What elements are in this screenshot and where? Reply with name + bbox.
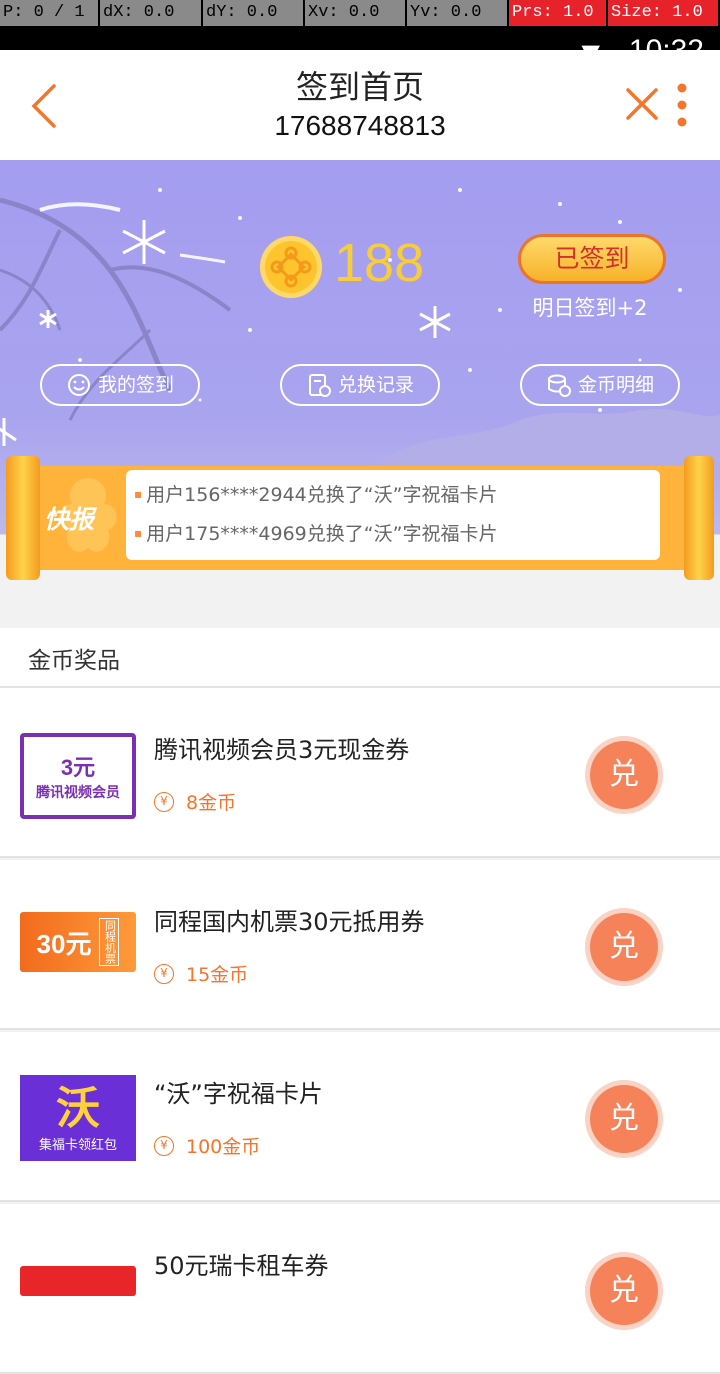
- more-options-button[interactable]: [672, 80, 692, 130]
- more-vertical-icon: [677, 83, 687, 127]
- debug-yv: Yv: 0.0: [407, 0, 509, 26]
- coin-balance: 188: [334, 233, 425, 293]
- prize-name: 50元瑞卡租车券: [154, 1252, 329, 1280]
- news-item: 用户175****4969兑换了“沃”字祝福卡片: [134, 519, 497, 546]
- prize-cost-label: 100金币: [186, 1136, 261, 1158]
- smile-icon: [67, 374, 90, 396]
- prize-cost: ¥ 100金币: [154, 1132, 260, 1159]
- prize-name: 腾讯视频会员3元现金券: [154, 736, 410, 764]
- debug-pointer: P: 0 / 1: [0, 0, 100, 26]
- thumb-main-text: 沃: [56, 1082, 100, 1134]
- page-header: 签到首页 17688748813: [0, 50, 720, 160]
- close-button[interactable]: [620, 82, 664, 126]
- yen-icon: ¥: [154, 1135, 174, 1156]
- prize-name: “沃”字祝福卡片: [154, 1080, 323, 1108]
- news-ticker: 快报 用户156****2944兑换了“沃”字祝福卡片 用户175****496…: [0, 456, 720, 592]
- redeem-button[interactable]: 兑: [590, 913, 658, 981]
- debug-pressure: Prs: 1.0: [509, 0, 608, 26]
- debug-size: Size: 1.0: [608, 0, 720, 26]
- yen-icon: ¥: [154, 791, 174, 812]
- redeem-button[interactable]: 兑: [590, 1257, 658, 1325]
- debug-xv: Xv: 0.0: [305, 0, 407, 26]
- coin-stack-icon: [547, 374, 571, 397]
- prize-cost: ¥ 15金币: [154, 960, 248, 987]
- coin-icon: [260, 236, 322, 298]
- prize-item[interactable]: 50元瑞卡租车券 兑: [0, 1204, 720, 1374]
- coin-detail-label: 金币明细: [577, 374, 654, 396]
- close-icon: [626, 88, 658, 120]
- thumb-sub-text: 同程机票: [99, 918, 120, 966]
- prize-cost-label: 15金币: [186, 964, 249, 986]
- prize-thumbnail: 沃 集福卡领红包: [20, 1075, 136, 1161]
- thumb-main-text: 30元: [36, 928, 92, 959]
- my-signin-label: 我的签到: [97, 374, 174, 396]
- prize-cost: ¥ 8金币: [154, 788, 236, 815]
- exchange-record-button[interactable]: 兑换记录: [280, 364, 440, 406]
- receipt-icon: [308, 374, 331, 397]
- prize-section-header: 金币奖品: [0, 628, 720, 688]
- scroll-roll-right: [684, 456, 714, 580]
- phone-number: 17688748813: [274, 110, 446, 141]
- coin-detail-button[interactable]: 金币明细: [520, 364, 680, 406]
- signed-in-button[interactable]: 已签到: [518, 234, 666, 284]
- news-label: 快报: [44, 505, 95, 534]
- redeem-button[interactable]: 兑: [590, 741, 658, 809]
- thumb-sub-text: 腾讯视频会员: [36, 785, 120, 801]
- tomorrow-reward: 明日签到+2: [532, 296, 648, 320]
- prize-name: 同程国内机票30元抵用券: [154, 908, 425, 936]
- news-item: 用户156****2944兑换了“沃”字祝福卡片: [134, 480, 497, 507]
- prize-thumbnail: 30元 同程机票: [20, 912, 136, 972]
- redeem-button[interactable]: 兑: [590, 1085, 658, 1153]
- scroll-roll-left: [6, 456, 40, 580]
- debug-overlay: P: 0 / 1 dX: 0.0 dY: 0.0 Xv: 0.0 Yv: 0.0…: [0, 0, 720, 26]
- exchange-record-label: 兑换记录: [337, 374, 414, 396]
- prize-item[interactable]: 沃 集福卡领红包 “沃”字祝福卡片 ¥ 100金币 兑: [0, 1032, 720, 1202]
- yen-icon: ¥: [154, 963, 174, 984]
- prize-item[interactable]: 3元 腾讯视频会员 腾讯视频会员3元现金券 ¥ 8金币 兑: [0, 688, 720, 858]
- news-list: 用户156****2944兑换了“沃”字祝福卡片 用户175****4969兑换…: [126, 470, 660, 560]
- my-signin-button[interactable]: 我的签到: [40, 364, 200, 406]
- page-title: 签到首页: [295, 68, 424, 106]
- thumb-sub-text: 集福卡领红包: [38, 1137, 117, 1153]
- prize-thumbnail: [20, 1266, 136, 1296]
- debug-dx: dX: 0.0: [100, 0, 203, 26]
- prize-cost-label: 8金币: [186, 792, 237, 814]
- system-status-bar: ▼ 10:32: [0, 26, 720, 67]
- signin-banner: 188 已签到 明日签到+2 我的签到 兑换记录 金币明细 快报 用户156**…: [0, 160, 720, 628]
- debug-dy: dY: 0.0: [203, 0, 305, 26]
- prize-item[interactable]: 30元 同程机票 同程国内机票30元抵用券 ¥ 15金币 兑: [0, 860, 720, 1030]
- section-title: 金币奖品: [28, 648, 120, 674]
- prize-thumbnail: 3元 腾讯视频会员: [20, 733, 136, 819]
- thumb-main-text: 3元: [60, 755, 96, 780]
